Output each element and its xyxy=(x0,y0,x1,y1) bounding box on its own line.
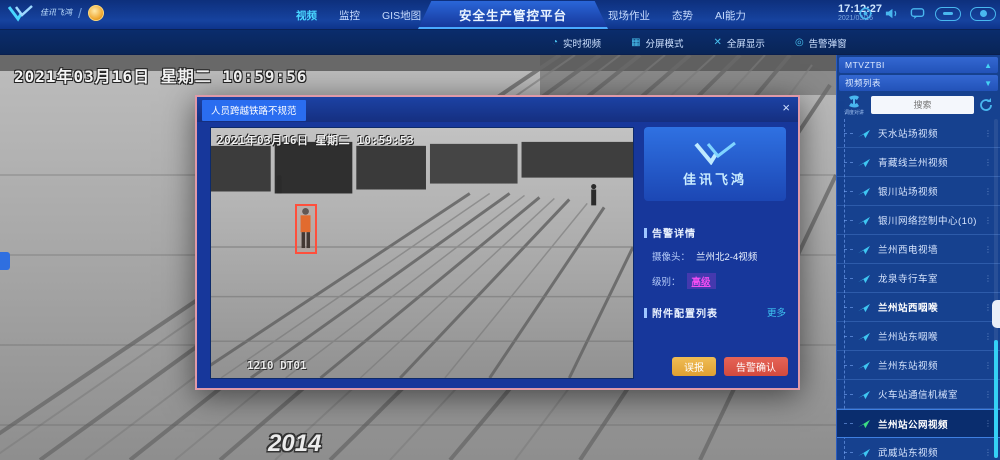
video-toolbar: ◔ 实时视频 ▦ 分屏模式 ✕ 全屏显示 ◎ 告警弹窗 xyxy=(0,30,1000,55)
alarm-video-timestamp: 2021年03月16日 星期二 10:59:53 xyxy=(217,132,414,148)
details-section-header: 告警详情 xyxy=(644,225,696,240)
toolbar-live-video[interactable]: ◔ 实时视频 xyxy=(552,36,601,50)
level-badge: 高级 xyxy=(687,273,716,289)
grid-icon: ▦ xyxy=(631,37,640,48)
false-alarm-button[interactable]: 误报 xyxy=(672,357,716,376)
brand-v-icon xyxy=(692,141,738,165)
sidebar-group-2[interactable]: 视频列表 ▼ xyxy=(839,75,998,91)
alarm-details-panel: 佳讯飞鸿 告警详情 摄像头： 兰州北2-4视频 级别： 高级 附件配置列表 更多… xyxy=(642,127,790,380)
more-link[interactable]: 更多 xyxy=(767,305,786,319)
camera-sidebar: MTVZTBI ▲ 视频列表 ▼ 调度对讲 天水站场视频 ⋮ xyxy=(836,55,1000,460)
search-input[interactable] xyxy=(871,96,974,114)
toggle-pill-icon[interactable] xyxy=(935,7,961,21)
alarm-video-feed[interactable]: 2021年03月16日 星期二 10:59:53 1210 DT01 xyxy=(210,127,634,379)
nav-right: 现场作业 态势 AI能力 xyxy=(608,0,746,30)
top-bar: 佳讯飞鸿 / 视频 监控 GIS地图 安全生产管控平台 现场作业 态势 AI能力… xyxy=(0,0,1000,30)
refresh-icon[interactable] xyxy=(978,97,994,113)
speaker-icon[interactable] xyxy=(883,5,900,22)
camera-item[interactable]: 青藏线兰州视频 ⋮ xyxy=(837,148,1000,177)
nav-item-ai[interactable]: AI能力 xyxy=(715,8,746,23)
nav-item-video[interactable]: 视频 xyxy=(296,8,317,23)
toolbar-items: ◔ 实时视频 ▦ 分屏模式 ✕ 全屏显示 ◎ 告警弹窗 xyxy=(552,30,847,55)
nav-item-gis[interactable]: GIS地图 xyxy=(382,8,421,23)
detection-bbox xyxy=(295,204,317,254)
camera-item[interactable]: 银川网络控制中心(10) ⋮ xyxy=(837,206,1000,235)
toolbar-alarm-popup[interactable]: ◎ 告警弹窗 xyxy=(795,36,847,50)
camera-item[interactable]: 兰州站西咽喉 ⋮ xyxy=(837,293,1000,322)
logo-separator: / xyxy=(78,5,82,21)
camera-item-selected[interactable]: 兰州站公网视频 ⋮ xyxy=(837,409,1000,438)
alarm-railway-scene xyxy=(211,128,633,378)
top-icons xyxy=(857,5,996,22)
camera-item[interactable]: 银川站场视频 ⋮ xyxy=(837,177,1000,206)
left-panel-toggle[interactable] xyxy=(0,252,10,270)
logo-v-icon xyxy=(8,4,34,22)
chevron-up-icon: ▲ xyxy=(984,61,992,70)
camera-item[interactable]: 龙泉寺行车室 ⋮ xyxy=(837,264,1000,293)
alarm-dialog-titlebar[interactable]: 人员跨越铁路不规范 × xyxy=(197,97,798,122)
expand-icon: ✕ xyxy=(714,37,722,48)
page-title: 安全生产管控平台 xyxy=(459,5,567,24)
attachments-section-header: 附件配置列表 xyxy=(644,305,718,320)
clock-icon: ◔ xyxy=(552,37,558,48)
level-field: 级别： 高级 xyxy=(652,273,716,289)
section-marker xyxy=(644,228,647,238)
target-icon: ◎ xyxy=(795,37,804,48)
brand-logo: 佳讯飞鸿 / xyxy=(8,4,104,22)
nav-item-field-work[interactable]: 现场作业 xyxy=(608,8,650,23)
platform-title-tab: 安全生产管控平台 xyxy=(418,1,608,29)
alarm-dialog-title: 人员跨越铁路不规范 xyxy=(202,100,306,121)
brand-name: 佳讯飞鸿 xyxy=(683,169,747,188)
confirm-alarm-button[interactable]: 告警确认 xyxy=(724,357,788,376)
message-icon[interactable] xyxy=(909,5,926,22)
camera-tree: 天水站场视频 ⋮ 青藏线兰州视频 ⋮ 银川站场视频 ⋮ 银川网络控制中心(10)… xyxy=(837,119,1000,459)
camera-field: 摄像头： 兰州北2-4视频 xyxy=(652,249,757,263)
right-edge-handle[interactable] xyxy=(992,300,1000,328)
org-badge-icon xyxy=(88,5,104,21)
alarm-actions: 误报 告警确认 xyxy=(672,357,788,376)
nav-item-situation[interactable]: 态势 xyxy=(672,8,693,23)
video-timestamp: 2021年03月16日 星期二 10:59:56 xyxy=(14,63,307,87)
sidebar-scrollbar-thumb[interactable] xyxy=(994,340,998,458)
gear-icon[interactable] xyxy=(857,5,874,22)
toolbar-split-screen[interactable]: ▦ 分屏模式 xyxy=(631,36,683,50)
toolbar-fullscreen[interactable]: ✕ 全屏显示 xyxy=(714,36,765,50)
camera-item[interactable]: 兰州站东咽喉 ⋮ xyxy=(837,322,1000,351)
intercom-icon[interactable]: 调度对讲 xyxy=(841,95,867,116)
camera-item[interactable]: 天水站场视频 ⋮ xyxy=(837,119,1000,148)
nav-item-monitor[interactable]: 监控 xyxy=(339,8,360,23)
logo-text: 佳讯飞鸿 xyxy=(40,9,72,18)
alarm-dialog: 人员跨越铁路不规范 × xyxy=(195,95,800,390)
sidebar-search-row: 调度对讲 xyxy=(837,91,1000,119)
camera-osd-label: 1210 DT01 xyxy=(247,359,307,372)
brand-box: 佳讯飞鸿 xyxy=(644,127,786,201)
camera-item[interactable]: 火车站通信机械室 ⋮ xyxy=(837,380,1000,409)
nav-left: 视频 监控 GIS地图 xyxy=(296,0,421,30)
camera-item[interactable]: 兰州西电视墙 ⋮ xyxy=(837,235,1000,264)
user-pill-icon[interactable] xyxy=(970,7,996,21)
app-root: 佳讯飞鸿 / 视频 监控 GIS地图 安全生产管控平台 现场作业 态势 AI能力… xyxy=(0,0,1000,460)
chevron-down-icon: ▼ xyxy=(984,79,992,88)
camera-item[interactable]: 兰州东站视频 ⋮ xyxy=(837,351,1000,380)
close-icon[interactable]: × xyxy=(782,100,790,115)
track-number-marker: 2014 xyxy=(268,430,321,458)
section-marker xyxy=(644,308,647,318)
sidebar-group-1[interactable]: MTVZTBI ▲ xyxy=(839,57,998,73)
camera-item[interactable]: 武威站东视频 ⋮ xyxy=(837,438,1000,459)
